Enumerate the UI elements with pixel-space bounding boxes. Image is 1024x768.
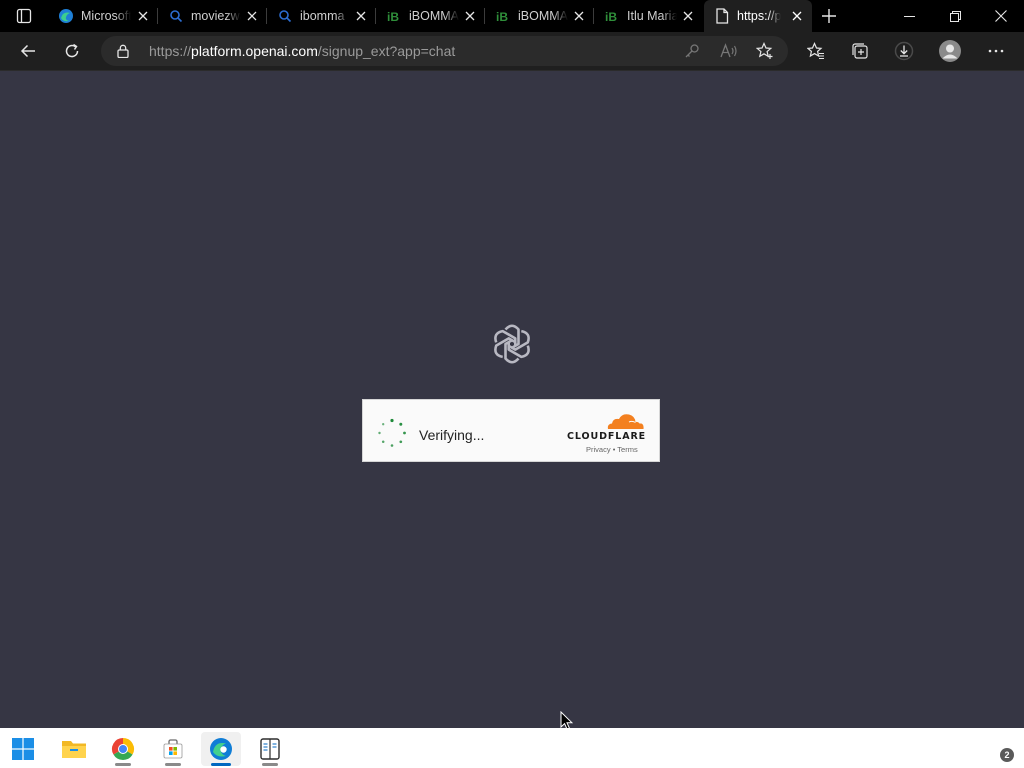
url-path: /signup_ext?app=chat bbox=[317, 43, 456, 59]
profile-button[interactable] bbox=[936, 37, 964, 65]
new-tab-button[interactable] bbox=[818, 6, 840, 26]
search-icon bbox=[277, 8, 293, 24]
tab-title: iBOMMA bbox=[518, 9, 568, 23]
tab-title: moviezwap bbox=[191, 9, 241, 23]
tab-title: ibomma bbox=[300, 9, 345, 23]
close-tab-icon[interactable] bbox=[681, 9, 695, 23]
url-scheme: https:// bbox=[149, 43, 192, 59]
ibomma-icon: iB bbox=[604, 8, 620, 24]
cloudflare-brand-text: CLOUDFLARE bbox=[567, 431, 647, 442]
microsoft-store-taskbar-button[interactable] bbox=[153, 732, 193, 766]
edge-taskbar-button[interactable] bbox=[201, 732, 241, 766]
back-button[interactable] bbox=[14, 37, 42, 65]
collections-button[interactable] bbox=[846, 37, 874, 65]
edge-icon bbox=[58, 8, 74, 24]
tab-strip: Microsoft moviezwap ibomma iB iBOMMA bbox=[0, 0, 1024, 32]
add-favorite-icon[interactable] bbox=[756, 42, 774, 60]
notification-count-badge[interactable]: 2 bbox=[1000, 748, 1014, 762]
close-tab-icon[interactable] bbox=[136, 9, 150, 23]
store-bag-icon bbox=[163, 739, 183, 759]
loading-spinner-icon bbox=[378, 418, 406, 447]
tab-title: Microsoft bbox=[81, 9, 131, 23]
active-indicator bbox=[211, 763, 231, 766]
tab-ibomma-search[interactable]: ibomma bbox=[267, 0, 376, 32]
close-tab-icon[interactable] bbox=[790, 9, 804, 23]
chrome-icon bbox=[111, 738, 135, 761]
restore-button[interactable] bbox=[932, 0, 978, 32]
windows-logo-icon bbox=[12, 738, 34, 760]
avatar-icon bbox=[939, 40, 961, 62]
windows-taskbar bbox=[0, 728, 1024, 768]
page-content: Verifying... CLOUDFLARE Privacy • Terms bbox=[0, 71, 1024, 728]
tab-ibomma-1[interactable]: iB iBOMMA bbox=[376, 0, 485, 32]
download-icon bbox=[894, 41, 914, 61]
tab-moviezwap[interactable]: moviezwap bbox=[158, 0, 267, 32]
tab-openai-platform[interactable]: https://platform bbox=[704, 0, 812, 32]
edge-icon bbox=[210, 738, 232, 760]
password-key-icon[interactable] bbox=[683, 42, 701, 60]
lock-icon[interactable] bbox=[117, 44, 129, 63]
tab-title: https://platform bbox=[737, 9, 781, 23]
close-tab-icon[interactable] bbox=[354, 9, 368, 23]
reader-taskbar-button[interactable] bbox=[250, 732, 290, 766]
terms-link[interactable]: Terms bbox=[617, 445, 637, 454]
close-window-button[interactable] bbox=[978, 0, 1024, 32]
close-tab-icon[interactable] bbox=[245, 9, 259, 23]
tab-ibomma-2[interactable]: iB iBOMMA bbox=[485, 0, 594, 32]
svg-text:iB: iB bbox=[496, 10, 508, 23]
read-aloud-icon[interactable] bbox=[720, 42, 738, 60]
refresh-button[interactable] bbox=[58, 37, 86, 65]
close-tab-icon[interactable] bbox=[463, 9, 477, 23]
favorites-button[interactable] bbox=[802, 37, 830, 65]
settings-more-button[interactable] bbox=[982, 37, 1010, 65]
tab-title: Itlu Maria bbox=[627, 9, 677, 23]
browser-toolbar: https://platform.openai.com/signup_ext?a… bbox=[0, 32, 1024, 71]
refresh-icon bbox=[65, 43, 79, 58]
url-text[interactable]: https://platform.openai.com/signup_ext?a… bbox=[149, 43, 455, 59]
tab-itlu-maria[interactable]: iB Itlu Maria bbox=[594, 0, 703, 32]
link-separator: • bbox=[612, 445, 616, 454]
openai-logo-icon bbox=[491, 324, 533, 364]
tab-title: iBOMMA bbox=[409, 9, 459, 23]
chrome-taskbar-button[interactable] bbox=[103, 732, 143, 766]
plus-icon bbox=[822, 9, 836, 23]
ibomma-icon: iB bbox=[495, 8, 511, 24]
tab-actions-icon bbox=[16, 8, 32, 24]
running-indicator bbox=[262, 763, 278, 766]
reader-app-icon bbox=[260, 738, 280, 760]
address-bar[interactable]: https://platform.openai.com/signup_ext?a… bbox=[101, 36, 788, 66]
collections-icon bbox=[852, 43, 868, 59]
verifying-status-text: Verifying... bbox=[419, 427, 485, 443]
back-arrow-icon bbox=[20, 44, 35, 58]
cloudflare-cloud-icon bbox=[607, 414, 644, 429]
minimize-button[interactable] bbox=[886, 0, 932, 32]
favorites-star-icon bbox=[807, 42, 824, 60]
ibomma-icon: iB bbox=[386, 8, 402, 24]
url-host: platform.openai.com bbox=[191, 43, 318, 59]
svg-text:iB: iB bbox=[605, 10, 617, 23]
close-tab-icon[interactable] bbox=[572, 9, 586, 23]
folder-icon bbox=[62, 741, 86, 758]
tab-actions-button[interactable] bbox=[10, 6, 38, 26]
running-indicator bbox=[115, 763, 131, 766]
restore-icon bbox=[949, 10, 961, 22]
running-indicator bbox=[165, 763, 181, 766]
close-icon bbox=[995, 10, 1007, 22]
cloudflare-links: Privacy • Terms bbox=[586, 445, 638, 454]
minimize-icon bbox=[903, 15, 915, 17]
cloudflare-turnstile-widget[interactable]: Verifying... CLOUDFLARE Privacy • Terms bbox=[362, 399, 660, 462]
page-icon bbox=[714, 8, 730, 24]
svg-text:iB: iB bbox=[387, 10, 399, 23]
file-explorer-taskbar-button[interactable] bbox=[54, 732, 94, 766]
search-icon bbox=[168, 8, 184, 24]
privacy-link[interactable]: Privacy bbox=[586, 445, 611, 454]
downloads-button[interactable] bbox=[890, 37, 918, 65]
more-dots-icon bbox=[988, 49, 1004, 53]
tab-microsoft[interactable]: Microsoft bbox=[48, 0, 158, 32]
start-button[interactable] bbox=[3, 732, 43, 766]
